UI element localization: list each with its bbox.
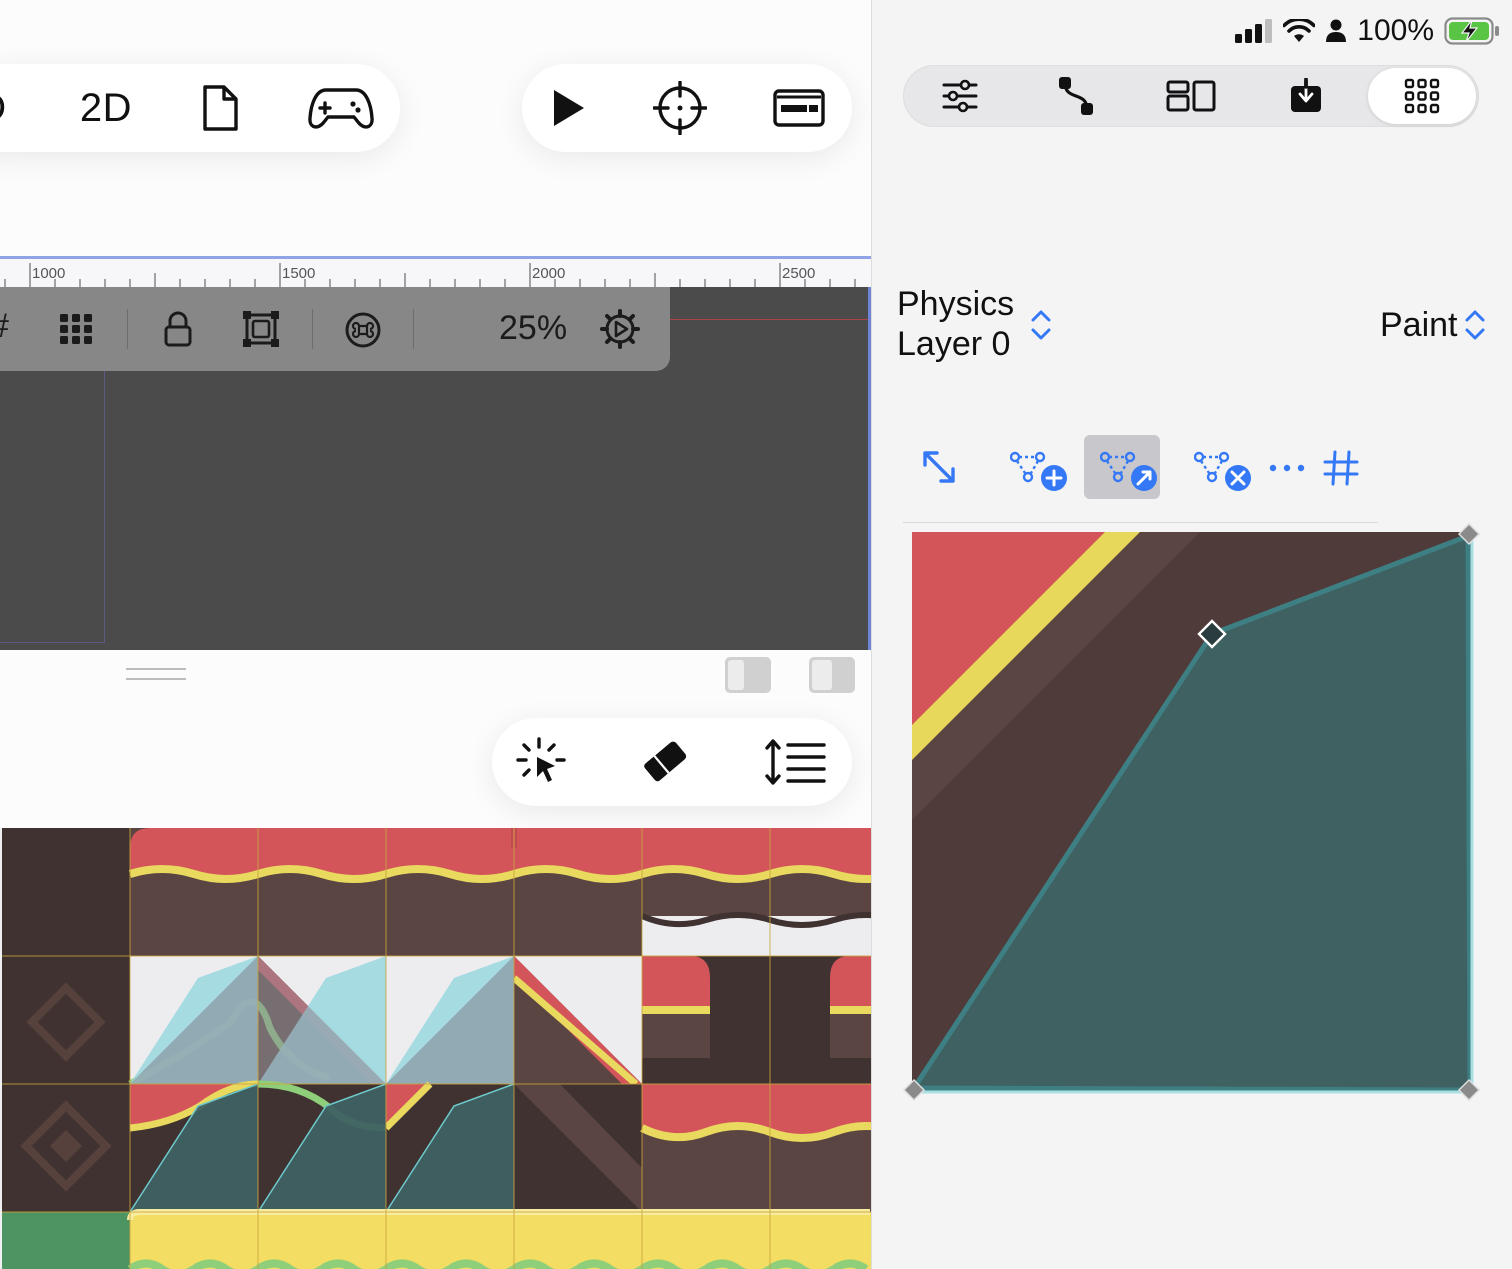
tile-empty[interactable] <box>2 828 130 956</box>
picker-line-2: Layer 0 <box>897 325 1011 363</box>
battery-percent: 100% <box>1357 14 1434 47</box>
console-icon[interactable] <box>772 86 826 130</box>
viewport-partial-button[interactable]: # <box>0 307 9 346</box>
line-spacing-icon[interactable] <box>764 738 828 786</box>
remove-point-icon[interactable] <box>1194 450 1254 492</box>
move-point-icon[interactable] <box>1100 450 1160 492</box>
mode-picker[interactable]: Paint <box>1380 305 1458 345</box>
ruler-label-2500: 2500 <box>782 265 816 282</box>
document-icon[interactable] <box>198 82 242 134</box>
tileset-grid[interactable] <box>0 828 871 1269</box>
tile-row-slopes[interactable] <box>128 956 871 1088</box>
download-icon[interactable] <box>1289 78 1323 114</box>
signal-icon <box>1235 19 1273 43</box>
crosshair-icon[interactable] <box>652 80 708 136</box>
chevron-updown-icon[interactable] <box>1464 308 1486 342</box>
gamepad-icon[interactable] <box>306 84 376 132</box>
status-bar: 100% <box>1235 14 1500 48</box>
tile-marker[interactable] <box>2 956 130 1084</box>
command-icon[interactable] <box>344 311 382 349</box>
horizontal-ruler[interactable]: 1000 1500 2000 2500 <box>0 256 871 287</box>
tile-green[interactable] <box>2 1212 130 1269</box>
split-drag-handle[interactable] <box>126 668 186 670</box>
mode-partial-button[interactable]: D <box>0 84 14 132</box>
lock-icon[interactable] <box>162 311 194 347</box>
sliders-icon[interactable] <box>941 78 979 114</box>
viewport-toolbar: # 25% <box>0 287 670 371</box>
tile-row-top-surface[interactable] <box>128 828 871 956</box>
mode-2d-button[interactable]: 2D <box>70 84 142 132</box>
picker-line-1: Physics <box>897 285 1015 323</box>
tile-row-lower-slopes[interactable] <box>129 1080 871 1213</box>
editor-area: D 2D <box>0 0 871 1269</box>
wifi-icon <box>1283 19 1316 43</box>
grid-icon[interactable] <box>58 311 94 347</box>
magic-select-icon[interactable] <box>515 736 567 788</box>
toolbar-separator <box>312 309 313 349</box>
right-panel-toggle-icon[interactable] <box>808 656 856 694</box>
hash-icon[interactable] <box>1323 450 1359 486</box>
ruler-label-2000: 2000 <box>532 265 566 282</box>
more-icon[interactable] <box>1269 464 1305 472</box>
collision-polygon-editor[interactable] <box>900 520 1490 1110</box>
eraser-icon[interactable] <box>640 738 692 786</box>
grid-icon[interactable] <box>1404 78 1440 114</box>
split-drag-handle[interactable] <box>126 678 186 680</box>
gear-icon[interactable] <box>600 309 640 349</box>
add-point-icon[interactable] <box>1010 450 1070 492</box>
battery-icon <box>1444 17 1500 45</box>
ruler-label-1000: 1000 <box>32 265 66 282</box>
zoom-level[interactable]: 25% <box>499 309 567 348</box>
toolbar-separator <box>413 309 414 349</box>
path-icon[interactable] <box>1057 76 1095 116</box>
chevron-updown-icon[interactable] <box>1030 308 1052 342</box>
play-icon[interactable] <box>548 86 588 130</box>
person-icon <box>1325 19 1347 43</box>
scene-bounds-frame <box>0 367 105 643</box>
layout-icon[interactable] <box>1166 80 1216 112</box>
ruler-label-1500: 1500 <box>282 265 316 282</box>
left-panel-toggle-icon[interactable] <box>724 656 772 694</box>
toolbar-separator <box>127 309 128 349</box>
tile-row-yellow[interactable] <box>127 1209 871 1269</box>
physics-layer-picker[interactable]: Physics Layer 0 <box>897 284 1014 364</box>
resize-icon[interactable] <box>920 448 958 486</box>
frame-icon[interactable] <box>242 309 280 349</box>
scene-guide-line <box>670 319 868 320</box>
